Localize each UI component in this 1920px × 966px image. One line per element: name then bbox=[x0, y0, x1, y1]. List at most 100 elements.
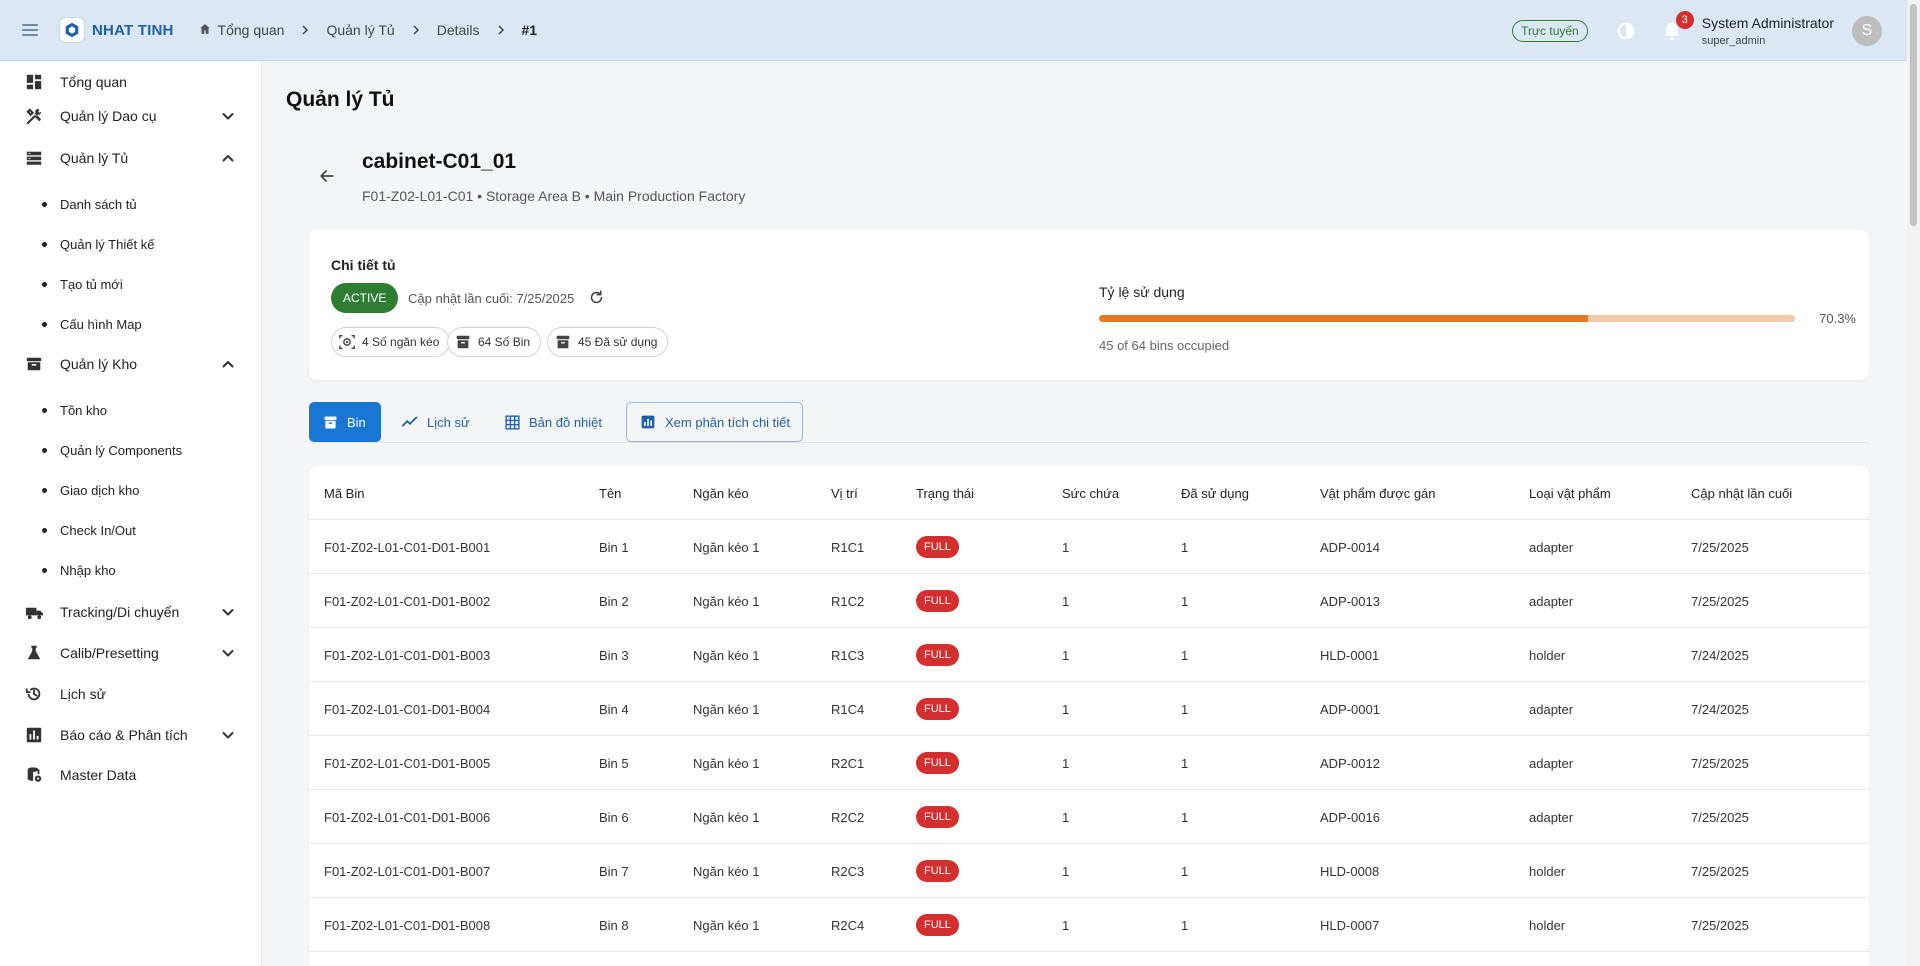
table-header-row: Mã Bin Tên Ngăn kéo Vị trí Trạng thái Sức chứ… bbox=[309, 466, 1869, 520]
sidebar-item-qu-n-l-kho[interactable]: Quản lý Kho bbox=[0, 344, 262, 384]
sidebar-item-l-ch-s[interactable]: Lịch sử bbox=[0, 674, 262, 714]
sidebar-item-qu-n-l-t[interactable]: Quản lý Tủ bbox=[0, 138, 262, 178]
table-cell: 7/25/2025 bbox=[1691, 809, 1749, 825]
table-cell: R2C1 bbox=[831, 755, 865, 771]
usage-subtext: 45 of 64 bins occupied bbox=[1099, 338, 1230, 353]
chevron-down-icon[interactable] bbox=[220, 108, 236, 124]
chevron-up-icon[interactable] bbox=[220, 356, 236, 372]
tab-heatmap-label: Bản đồ nhiệt bbox=[529, 414, 603, 430]
drawer-count-label: 4 Số ngăn kéo bbox=[362, 335, 440, 349]
chevron-down-icon[interactable] bbox=[220, 727, 236, 743]
column-header[interactable]: Loại vật phẩm bbox=[1529, 466, 1611, 520]
sidebar-subitem-qu-n-l-components[interactable]: Quản lý Components bbox=[0, 433, 262, 467]
sidebar-item-qu-n-l-dao-c[interactable]: Quản lý Dao cụ bbox=[0, 96, 262, 136]
truck-icon bbox=[24, 602, 44, 622]
refresh-icon[interactable] bbox=[587, 288, 605, 306]
chevron-down-icon[interactable] bbox=[220, 645, 236, 661]
back-arrow-icon[interactable] bbox=[313, 162, 341, 190]
table-row[interactable]: F01-Z02-L01-C01-D01-B007 Bin 7 Ngăn kéo 1 R… bbox=[309, 844, 1869, 898]
sidebar-subitem-check-in-out[interactable]: Check In/Out bbox=[0, 513, 262, 547]
usage-progress-fill bbox=[1099, 315, 1589, 322]
tab-bin-label: Bin bbox=[347, 414, 366, 430]
table-cell: adapter bbox=[1529, 755, 1574, 771]
column-header[interactable]: Tên bbox=[599, 466, 621, 520]
table-cell: 1 bbox=[1062, 755, 1070, 771]
table-cell: 7/25/2025 bbox=[1691, 539, 1749, 555]
sidebar-subitem-t-o-t-m-i[interactable]: Tạo tủ mới bbox=[0, 267, 262, 301]
table-cell: HLD-0001 bbox=[1320, 647, 1380, 663]
column-header[interactable]: Vật phẩm được gán bbox=[1320, 466, 1436, 520]
sidebar-subitem-qu-n-l-thi-t-k[interactable]: Quản lý Thiết kế bbox=[0, 227, 262, 261]
table-cell: 1 bbox=[1181, 539, 1189, 555]
status-badge: FULL bbox=[916, 860, 959, 882]
page-title: Quản lý Tủ bbox=[286, 88, 395, 111]
column-header[interactable]: Sức chứa bbox=[1062, 466, 1119, 520]
breadcrumb-item[interactable]: Quản lý Tủ bbox=[326, 22, 394, 38]
sidebar-item-calib-presetting[interactable]: Calib/Presetting bbox=[0, 633, 262, 673]
sidebar-item-label: Báo cáo & Phân tích bbox=[60, 727, 188, 743]
table-cell: F01-Z02-L01-C01-D01-B001 bbox=[324, 539, 491, 555]
bullet-dot bbox=[42, 281, 47, 287]
detail-card-title: Chi tiết tủ bbox=[331, 257, 396, 273]
table-cell: Ngăn kéo 1 bbox=[693, 863, 760, 879]
tab-bin[interactable]: Bin bbox=[309, 402, 381, 442]
tab-history[interactable]: Lịch sử bbox=[389, 402, 482, 442]
view-detailed-analytics-button[interactable]: Xem phân tích chi tiết bbox=[626, 402, 804, 442]
column-header[interactable]: Cập nhật lần cuối bbox=[1691, 466, 1792, 520]
sidebar-item-b-o-c-o-ph-n-t-ch[interactable]: Báo cáo & Phân tích bbox=[0, 715, 262, 755]
table-cell: 1 bbox=[1062, 809, 1070, 825]
column-header[interactable]: Ngăn kéo bbox=[693, 466, 749, 520]
sidebar-subitem-t-n-kho[interactable]: Tồn kho bbox=[0, 393, 262, 427]
table-cell: ADP-0001 bbox=[1320, 701, 1380, 717]
tab-heatmap[interactable]: Bản đồ nhiệt bbox=[491, 402, 614, 442]
table-row[interactable]: F01-Z02-L01-C01-D01-B004 Bin 4 Ngăn kéo 1 R… bbox=[309, 682, 1869, 736]
user-name: System Administrator bbox=[1701, 14, 1834, 31]
sidebar-subitem-label: Check In/Out bbox=[60, 522, 136, 538]
menu-icon[interactable] bbox=[0, 0, 60, 61]
chevron-up-icon[interactable] bbox=[220, 150, 236, 166]
column-header[interactable]: Vị trí bbox=[831, 466, 858, 520]
bullet-dot bbox=[42, 321, 47, 327]
table-cell: 1 bbox=[1181, 701, 1189, 717]
column-header[interactable]: Đã sử dụng bbox=[1181, 466, 1249, 520]
table-cell: Bin 8 bbox=[599, 917, 629, 933]
table-cell: Ngăn kéo 1 bbox=[693, 701, 760, 717]
breadcrumb-item[interactable]: Tổng quan bbox=[198, 22, 284, 39]
table-row[interactable]: F01-Z02-L01-C01-D01-B008 Bin 8 Ngăn kéo 1 R… bbox=[309, 898, 1869, 952]
sidebar: Tổng quan Quản lý Dao cụ Quản lý Tủ Danh sá… bbox=[0, 62, 262, 966]
table-row[interactable]: F01-Z02-L01-C01-D01-B006 Bin 6 Ngăn kéo 1 R… bbox=[309, 790, 1869, 844]
table-row[interactable]: F01-Z02-L01-C01-D01-B002 Bin 2 Ngăn kéo 1 R… bbox=[309, 574, 1869, 628]
notifications-bell-icon[interactable]: 3 bbox=[1660, 10, 1694, 43]
sidebar-subitem-giao-d-ch-kho[interactable]: Giao dịch kho bbox=[0, 473, 262, 507]
sidebar-subitem-c-u-h-nh-map[interactable]: Cấu hình Map bbox=[0, 307, 262, 341]
brand[interactable]: NHAT TINH bbox=[60, 18, 174, 42]
sidebar-subitem-danh-s-ch-t[interactable]: Danh sách tủ bbox=[0, 187, 262, 221]
theme-toggle-icon[interactable] bbox=[1614, 19, 1638, 43]
sidebar-item-master-data[interactable]: Master Data bbox=[0, 755, 262, 795]
sidebar-subitem-label: Danh sách tủ bbox=[60, 196, 137, 212]
cabinet-name: cabinet-C01_01 bbox=[362, 150, 517, 173]
table-row[interactable]: F01-Z02-L01-C01-D01-B001 Bin 1 Ngăn kéo 1 R… bbox=[309, 520, 1869, 574]
page-scrollbar[interactable] bbox=[1907, 0, 1920, 966]
column-header[interactable]: Trạng thái bbox=[916, 466, 974, 520]
chevron-down-icon[interactable] bbox=[220, 604, 236, 620]
table-cell: holder bbox=[1529, 917, 1566, 933]
breadcrumb-separator-icon bbox=[411, 22, 421, 38]
table-cell: FULL bbox=[916, 682, 959, 736]
user-info[interactable]: System Administrator super_admin bbox=[1702, 15, 1834, 47]
table-cell: adapter bbox=[1529, 539, 1574, 555]
column-header[interactable]: Mã Bin bbox=[324, 466, 364, 520]
table-cell: FULL bbox=[916, 790, 959, 844]
usage-title: Tỷ lệ sử dụng bbox=[1099, 284, 1185, 300]
table-cell: F01-Z02-L01-C01-D01-B004 bbox=[324, 701, 491, 717]
scrollbar-thumb[interactable] bbox=[1910, 4, 1917, 226]
table-row[interactable]: F01-Z02-L01-C01-D01-B005 Bin 5 Ngăn kéo 1 R… bbox=[309, 736, 1869, 790]
table-cell: Ngăn kéo 1 bbox=[693, 809, 760, 825]
table-row[interactable]: F01-Z02-L01-C01-D01-B003 Bin 3 Ngăn kéo 1 R… bbox=[309, 628, 1869, 682]
sidebar-item-tracking-di-chuy-n[interactable]: Tracking/Di chuyển bbox=[0, 592, 262, 632]
avatar[interactable]: S bbox=[1852, 15, 1882, 46]
table-cell: Bin 7 bbox=[599, 863, 629, 879]
sidebar-subitem-nh-p-kho[interactable]: Nhập kho bbox=[0, 553, 262, 587]
usage-progress-bar bbox=[1099, 315, 1795, 322]
breadcrumb-item[interactable]: Details bbox=[437, 22, 480, 38]
